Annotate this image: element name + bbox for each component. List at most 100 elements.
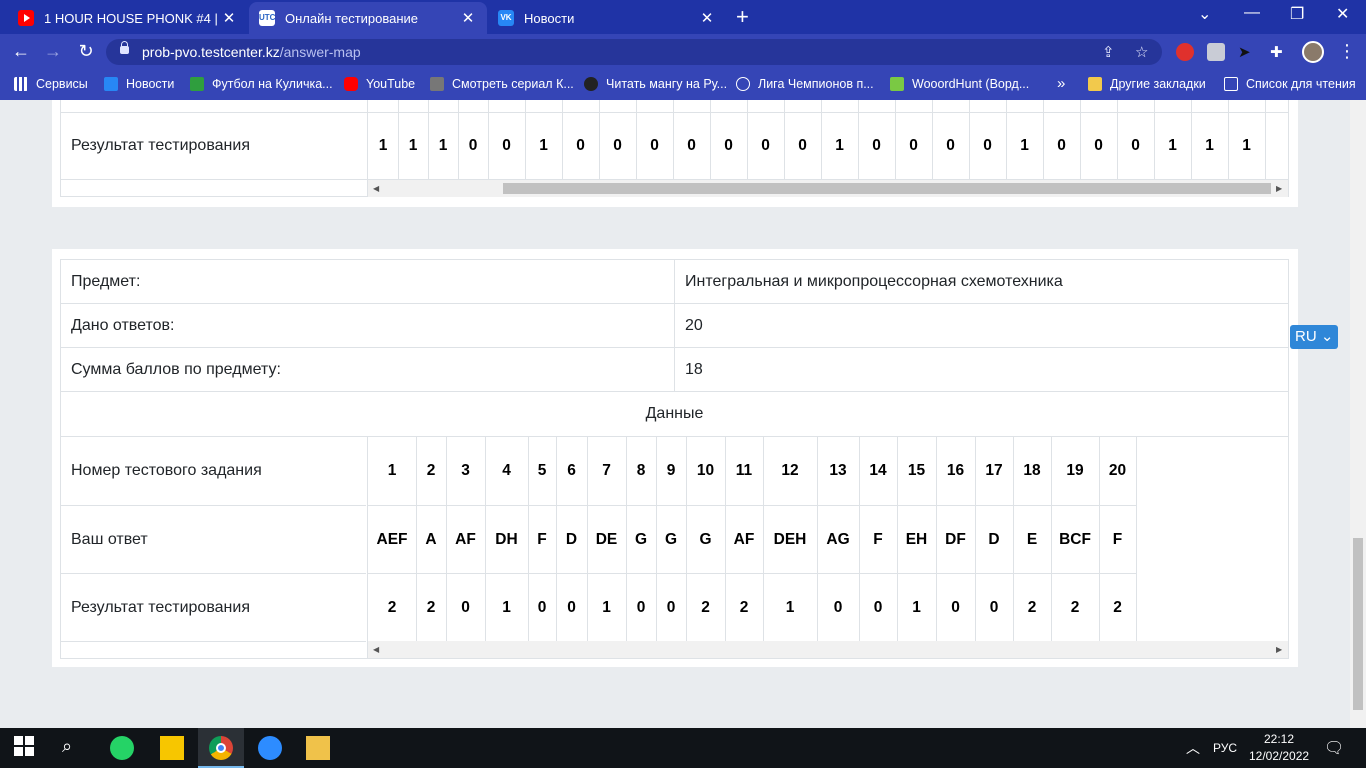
chevron-down-icon: ⌄ (1320, 328, 1334, 345)
bookmark-label: YouTube (366, 77, 416, 91)
share-icon[interactable]: ⇪ (1102, 43, 1115, 61)
close-tab-icon[interactable]: ✕ (459, 9, 477, 27)
task-number-cell: 2 (426, 462, 436, 479)
close-tab-icon[interactable]: ✕ (220, 9, 238, 27)
bookmark-wooordhunt[interactable]: WooordHunt (Ворд... (890, 77, 1029, 91)
zoom-icon[interactable] (258, 736, 282, 760)
more-bookmarks-button[interactable]: » (1057, 75, 1065, 92)
menu-dots-icon[interactable]: ⋮ (1336, 41, 1358, 62)
other-bookmarks-folder[interactable]: Другие закладки (1088, 77, 1206, 91)
minimize-button[interactable]: — (1244, 4, 1260, 22)
task-number-cell: 3 (461, 462, 470, 479)
result-cell: 0 (1057, 137, 1066, 154)
result-cell: 1 (502, 598, 511, 616)
bookmark-label: Лига Чемпионов п... (758, 77, 874, 91)
bookmark-youtube[interactable]: YouTube (344, 77, 415, 91)
chrome-taskbar-button[interactable] (198, 728, 244, 768)
file-explorer-icon[interactable] (306, 736, 330, 760)
tray-expand-icon[interactable]: ︿ (1186, 738, 1200, 758)
task-number-cell: 6 (567, 462, 576, 479)
sticky-notes-icon[interactable] (160, 736, 184, 760)
address-bar[interactable]: prob-pvo.testcenter.kz/answer-map ⇪ ☆ (106, 39, 1162, 65)
bookmark-label: Читать мангу на Ру... (606, 77, 728, 91)
task-number-cell: 1 (387, 462, 397, 479)
task-number-cell: 20 (1108, 462, 1127, 479)
keyboard-language[interactable]: РУС (1213, 741, 1237, 755)
adblock-extension-icon[interactable] (1176, 43, 1194, 61)
scroll-left-arrow[interactable]: ◀ (373, 184, 379, 193)
new-tab-button[interactable]: + (736, 5, 749, 29)
tab-vk-news[interactable]: VK Новости ✕ (488, 2, 726, 34)
answers-given-label: Дано ответов: (71, 316, 175, 334)
scroll-right-arrow[interactable]: ▶ (1276, 184, 1282, 193)
answer-cell: G (634, 530, 648, 548)
vertical-scrollbar-thumb[interactable] (1353, 538, 1363, 710)
answers-given-value: 20 (685, 316, 703, 334)
answer-cell: D (565, 530, 578, 548)
url-text[interactable]: prob-pvo.testcenter.kz/answer-map (142, 44, 361, 60)
tab-online-testing[interactable]: UTC Онлайн тестирование ✕ (249, 2, 487, 34)
task-number-cell: 10 (696, 462, 715, 479)
extensions-puzzle-icon[interactable]: ✚ (1270, 43, 1288, 61)
testcenter-icon: UTC (259, 10, 275, 26)
result-cell: 0 (983, 137, 992, 154)
answer-cell: G (664, 530, 678, 548)
bookmark-vk-news[interactable]: Новости (104, 77, 174, 91)
profile-avatar[interactable] (1302, 41, 1324, 63)
result-cell: 0 (461, 598, 470, 616)
bookmark-services[interactable]: Сервисы (14, 77, 88, 91)
back-button[interactable]: ← (10, 41, 32, 62)
vertical-scrollbar[interactable] (1350, 100, 1366, 728)
reload-button[interactable]: ↻ (75, 41, 97, 62)
language-select[interactable]: RU ⌄ (1290, 325, 1338, 349)
restore-button[interactable]: ❐ (1290, 4, 1304, 24)
task-number-cell: 7 (602, 462, 611, 479)
task-number-cell: 8 (636, 462, 646, 479)
search-icon[interactable]: ⌕ (62, 736, 86, 760)
horizontal-scrollbar[interactable]: ◀ ▶ (368, 180, 1288, 197)
result-cell: 0 (761, 137, 770, 154)
bookmark-label: Футбол на Куличка... (212, 77, 333, 91)
windows-start-icon[interactable] (14, 736, 38, 760)
cursor-extension-icon[interactable]: ➤ (1238, 43, 1256, 61)
result-cell: 1 (539, 137, 548, 154)
result-cell: 1 (912, 598, 921, 616)
answer-cell: DH (495, 530, 518, 548)
close-window-button[interactable]: ✕ (1336, 4, 1349, 24)
whatsapp-icon[interactable] (110, 736, 134, 760)
tab-strip: 1 HOUR HOUSE PHONK #4 | Сбо ✕ UTC Онлайн… (0, 0, 1366, 34)
reading-list[interactable]: Список для чтения (1224, 77, 1356, 91)
bookmark-label: Сервисы (36, 77, 88, 91)
bookmark-champions-league[interactable]: Лига Чемпионов п... (736, 77, 874, 91)
result-cell: 0 (666, 598, 676, 616)
scroll-right-arrow[interactable]: ▶ (1276, 645, 1282, 654)
extension-icon[interactable] (1207, 43, 1225, 61)
clock-date[interactable]: 12/02/2022 (1249, 749, 1309, 763)
notifications-icon[interactable]: 🗨 (1324, 738, 1344, 758)
result-cell: 1 (1020, 137, 1029, 154)
result-cell: 0 (502, 137, 511, 154)
scrollbar-thumb[interactable] (503, 183, 1271, 194)
forward-button[interactable]: → (42, 41, 64, 62)
result-cell: 2 (1113, 598, 1122, 616)
clock-time[interactable]: 22:12 (1264, 732, 1294, 746)
answer-cell: DEH (773, 530, 807, 548)
tab-search-chevron-icon[interactable]: ⌄ (1198, 4, 1211, 24)
bookmark-manga[interactable]: Читать мангу на Ру... (584, 77, 727, 91)
bookmark-football[interactable]: Футбол на Куличка... (190, 77, 333, 91)
answer-cell: F (873, 530, 883, 548)
task-number-cell: 18 (1023, 462, 1041, 479)
scroll-left-arrow[interactable]: ◀ (373, 645, 379, 654)
horizontal-scrollbar[interactable]: ◀ ▶ (368, 641, 1288, 658)
url-host: prob-pvo.testcenter.kz (142, 44, 280, 60)
tab-youtube[interactable]: 1 HOUR HOUSE PHONK #4 | Сбо ✕ (8, 2, 248, 34)
result-cell: 0 (798, 137, 807, 154)
task-number-cell: 17 (985, 462, 1003, 479)
close-tab-icon[interactable]: ✕ (698, 9, 716, 27)
lock-icon[interactable] (120, 41, 129, 54)
answer-cell: AG (826, 530, 850, 548)
result-cell: 1 (378, 137, 388, 154)
bookmark-star-icon[interactable]: ☆ (1135, 43, 1148, 61)
bookmark-serial[interactable]: Смотреть сериал К... (430, 77, 574, 91)
url-path: /answer-map (279, 44, 361, 60)
